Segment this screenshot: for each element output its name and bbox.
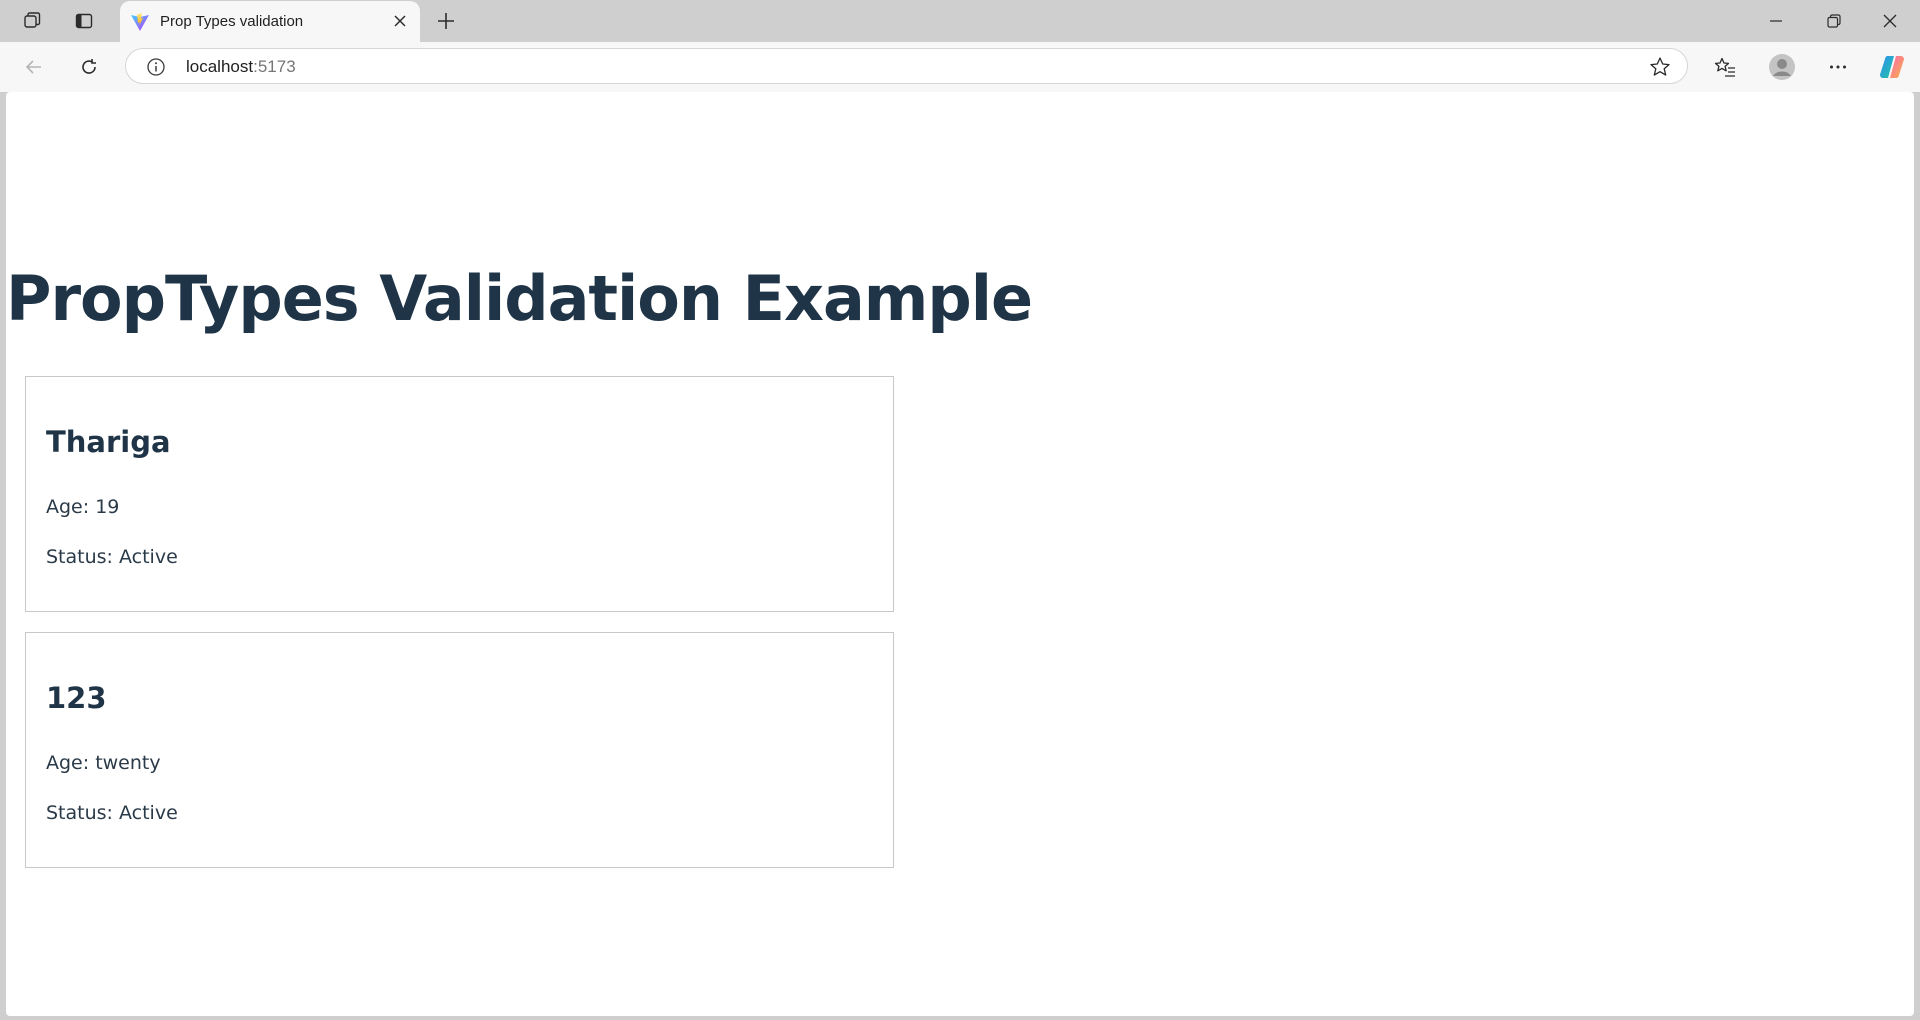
user-status: Status: Active	[46, 546, 178, 568]
tab-title: Prop Types validation	[160, 13, 304, 30]
new-tab-plus-icon[interactable]	[428, 6, 464, 36]
copilot-icon[interactable]	[1874, 49, 1910, 85]
workspaces-icon[interactable]	[14, 6, 50, 36]
url-text[interactable]: localhost:5173	[186, 57, 296, 77]
user-status: Status: Active	[46, 802, 178, 824]
favorites-icon[interactable]	[1707, 49, 1743, 85]
tab-strip: Prop Types validation	[0, 0, 1920, 42]
more-icon[interactable]	[1820, 49, 1856, 85]
restore-icon[interactable]	[1806, 0, 1862, 42]
user-name: Thariga	[46, 425, 171, 459]
page-viewport: PropTypes Validation Example Thariga Age…	[6, 92, 1914, 1016]
close-tab-icon[interactable]	[388, 9, 412, 33]
browser-toolbar: localhost:5173	[0, 42, 1920, 92]
profile-icon[interactable]	[1764, 49, 1800, 85]
back-arrow-icon[interactable]	[16, 49, 52, 85]
user-age: Age: 19	[46, 496, 120, 518]
user-name: 123	[46, 681, 107, 715]
star-icon[interactable]	[1649, 56, 1671, 78]
url-host: localhost	[186, 57, 254, 76]
refresh-icon[interactable]	[71, 49, 107, 85]
minimize-icon[interactable]	[1748, 0, 1804, 42]
page-title: PropTypes Validation Example	[6, 262, 1033, 335]
info-icon[interactable]	[146, 57, 166, 77]
user-card: 123 Age: twenty Status: Active	[25, 632, 894, 868]
user-card: Thariga Age: 19 Status: Active	[25, 376, 894, 612]
tab-actions-icon[interactable]	[66, 6, 102, 36]
url-port: :5173	[253, 57, 296, 76]
close-window-icon[interactable]	[1862, 0, 1918, 42]
address-bar[interactable]: localhost:5173	[125, 48, 1688, 84]
vite-logo-icon	[130, 12, 150, 32]
user-age: Age: twenty	[46, 752, 161, 774]
active-tab[interactable]: Prop Types validation	[120, 1, 420, 42]
